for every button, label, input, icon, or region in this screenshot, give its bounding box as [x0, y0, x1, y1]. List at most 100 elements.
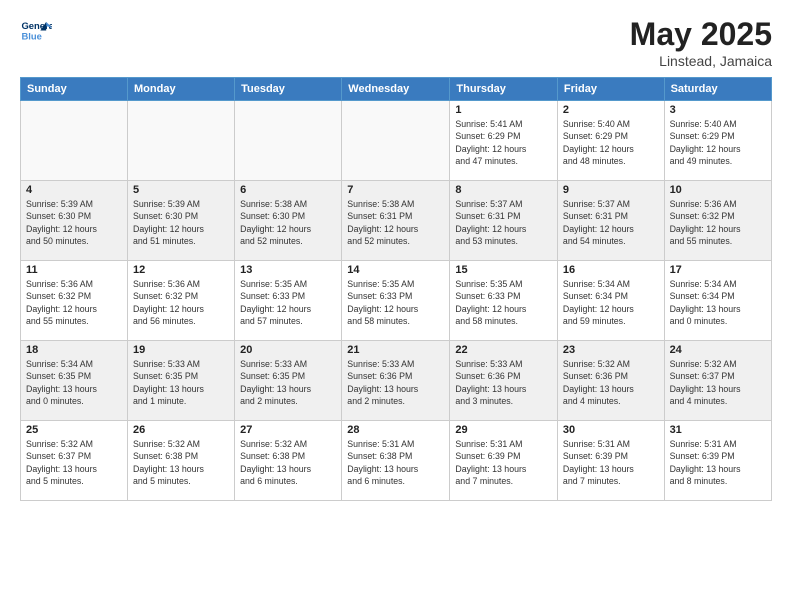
day-number: 17 — [670, 264, 766, 276]
table-row: 24 Sunrise: 5:32 AM Sunset: 6:37 PM Dayli… — [664, 341, 771, 421]
calendar-week-row: 11 Sunrise: 5:36 AM Sunset: 6:32 PM Dayli… — [21, 261, 772, 341]
day-info: Sunrise: 5:33 AM Sunset: 6:35 PM Dayligh… — [240, 358, 336, 407]
logo: General Blue — [20, 16, 52, 48]
day-info: Sunrise: 5:37 AM Sunset: 6:31 PM Dayligh… — [455, 198, 552, 247]
day-number: 20 — [240, 344, 336, 356]
table-row: 23 Sunrise: 5:32 AM Sunset: 6:36 PM Dayli… — [557, 341, 664, 421]
calendar-week-row: 18 Sunrise: 5:34 AM Sunset: 6:35 PM Dayli… — [21, 341, 772, 421]
table-row: 22Sunrise: 5:33 AM Sunset: 6:36 PM Dayli… — [450, 341, 558, 421]
table-row — [128, 101, 235, 181]
day-info: Sunrise: 5:32 AM Sunset: 6:37 PM Dayligh… — [26, 438, 122, 487]
day-number: 11 — [26, 264, 122, 276]
day-number: 19 — [133, 344, 229, 356]
table-row: 2 Sunrise: 5:40 AM Sunset: 6:29 PM Daylig… — [557, 101, 664, 181]
day-info: Sunrise: 5:38 AM Sunset: 6:31 PM Dayligh… — [347, 198, 444, 247]
day-info: Sunrise: 5:35 AM Sunset: 6:33 PM Dayligh… — [455, 278, 552, 327]
day-number: 25 — [26, 424, 122, 436]
table-row: 29 Sunrise: 5:31 AM Sunset: 6:39 PM Dayli… — [450, 421, 558, 501]
day-info: Sunrise: 5:31 AM Sunset: 6:39 PM Dayligh… — [670, 438, 766, 487]
day-info: Sunrise: 5:40 AM Sunset: 6:29 PM Dayligh… — [563, 118, 659, 167]
table-row: 14Sunrise: 5:35 AM Sunset: 6:33 PM Dayli… — [342, 261, 450, 341]
table-row: 10 Sunrise: 5:36 AM Sunset: 6:32 PM Dayli… — [664, 181, 771, 261]
day-number: 7 — [347, 184, 444, 196]
day-number: 27 — [240, 424, 336, 436]
table-row: 21Sunrise: 5:33 AM Sunset: 6:36 PM Dayli… — [342, 341, 450, 421]
day-info: Sunrise: 5:34 AM Sunset: 6:34 PM Dayligh… — [563, 278, 659, 327]
day-number: 29 — [455, 424, 552, 436]
day-number: 15 — [455, 264, 552, 276]
day-info: Sunrise: 5:36 AM Sunset: 6:32 PM Dayligh… — [133, 278, 229, 327]
day-info: Sunrise: 5:40 AM Sunset: 6:29 PM Dayligh… — [670, 118, 766, 167]
day-info: Sunrise: 5:36 AM Sunset: 6:32 PM Dayligh… — [670, 198, 766, 247]
table-row: 31Sunrise: 5:31 AM Sunset: 6:39 PM Dayli… — [664, 421, 771, 501]
table-row — [342, 101, 450, 181]
page: General Blue May 2025 Linstead, Jamaica … — [0, 0, 792, 612]
day-info: Sunrise: 5:41 AM Sunset: 6:29 PM Dayligh… — [455, 118, 552, 167]
title-block: May 2025 Linstead, Jamaica — [630, 16, 772, 69]
day-number: 22 — [455, 344, 552, 356]
table-row: 12 Sunrise: 5:36 AM Sunset: 6:32 PM Dayli… — [128, 261, 235, 341]
table-row — [235, 101, 342, 181]
table-row: 25 Sunrise: 5:32 AM Sunset: 6:37 PM Dayli… — [21, 421, 128, 501]
table-row: 8Sunrise: 5:37 AM Sunset: 6:31 PM Daylig… — [450, 181, 558, 261]
day-info: Sunrise: 5:39 AM Sunset: 6:30 PM Dayligh… — [133, 198, 229, 247]
day-info: Sunrise: 5:36 AM Sunset: 6:32 PM Dayligh… — [26, 278, 122, 327]
day-info: Sunrise: 5:37 AM Sunset: 6:31 PM Dayligh… — [563, 198, 659, 247]
day-number: 6 — [240, 184, 336, 196]
table-row: 4 Sunrise: 5:39 AM Sunset: 6:30 PM Daylig… — [21, 181, 128, 261]
calendar-week-row: 1 Sunrise: 5:41 AM Sunset: 6:29 PM Daylig… — [21, 101, 772, 181]
day-number: 13 — [240, 264, 336, 276]
table-row: 19 Sunrise: 5:33 AM Sunset: 6:35 PM Dayli… — [128, 341, 235, 421]
day-info: Sunrise: 5:35 AM Sunset: 6:33 PM Dayligh… — [347, 278, 444, 327]
day-info: Sunrise: 5:32 AM Sunset: 6:38 PM Dayligh… — [240, 438, 336, 487]
calendar-week-row: 25 Sunrise: 5:32 AM Sunset: 6:37 PM Dayli… — [21, 421, 772, 501]
table-row — [21, 101, 128, 181]
day-number: 26 — [133, 424, 229, 436]
table-row: 1 Sunrise: 5:41 AM Sunset: 6:29 PM Daylig… — [450, 101, 558, 181]
day-info: Sunrise: 5:34 AM Sunset: 6:35 PM Dayligh… — [26, 358, 122, 407]
table-row: 26Sunrise: 5:32 AM Sunset: 6:38 PM Dayli… — [128, 421, 235, 501]
day-number: 4 — [26, 184, 122, 196]
day-number: 18 — [26, 344, 122, 356]
table-row: 11 Sunrise: 5:36 AM Sunset: 6:32 PM Dayli… — [21, 261, 128, 341]
day-info: Sunrise: 5:35 AM Sunset: 6:33 PM Dayligh… — [240, 278, 336, 327]
day-number: 23 — [563, 344, 659, 356]
table-row: 17 Sunrise: 5:34 AM Sunset: 6:34 PM Dayli… — [664, 261, 771, 341]
day-number: 16 — [563, 264, 659, 276]
table-row: 20 Sunrise: 5:33 AM Sunset: 6:35 PM Dayli… — [235, 341, 342, 421]
day-info: Sunrise: 5:31 AM Sunset: 6:39 PM Dayligh… — [455, 438, 552, 487]
calendar-week-row: 4 Sunrise: 5:39 AM Sunset: 6:30 PM Daylig… — [21, 181, 772, 261]
day-number: 10 — [670, 184, 766, 196]
day-number: 5 — [133, 184, 229, 196]
day-number: 12 — [133, 264, 229, 276]
day-info: Sunrise: 5:31 AM Sunset: 6:39 PM Dayligh… — [563, 438, 659, 487]
day-info: Sunrise: 5:32 AM Sunset: 6:36 PM Dayligh… — [563, 358, 659, 407]
col-thursday: Thursday — [450, 78, 558, 101]
day-number: 21 — [347, 344, 444, 356]
col-tuesday: Tuesday — [235, 78, 342, 101]
header: General Blue May 2025 Linstead, Jamaica — [20, 16, 772, 69]
col-friday: Friday — [557, 78, 664, 101]
day-info: Sunrise: 5:33 AM Sunset: 6:35 PM Dayligh… — [133, 358, 229, 407]
day-info: Sunrise: 5:34 AM Sunset: 6:34 PM Dayligh… — [670, 278, 766, 327]
day-info: Sunrise: 5:32 AM Sunset: 6:37 PM Dayligh… — [670, 358, 766, 407]
col-saturday: Saturday — [664, 78, 771, 101]
day-info: Sunrise: 5:39 AM Sunset: 6:30 PM Dayligh… — [26, 198, 122, 247]
day-number: 9 — [563, 184, 659, 196]
table-row: 13 Sunrise: 5:35 AM Sunset: 6:33 PM Dayli… — [235, 261, 342, 341]
table-row: 3Sunrise: 5:40 AM Sunset: 6:29 PM Daylig… — [664, 101, 771, 181]
table-row: 16 Sunrise: 5:34 AM Sunset: 6:34 PM Dayli… — [557, 261, 664, 341]
calendar-table: Sunday Monday Tuesday Wednesday Thursday… — [20, 77, 772, 501]
table-row: 9 Sunrise: 5:37 AM Sunset: 6:31 PM Daylig… — [557, 181, 664, 261]
table-row: 27 Sunrise: 5:32 AM Sunset: 6:38 PM Dayli… — [235, 421, 342, 501]
day-number: 28 — [347, 424, 444, 436]
table-row: 7 Sunrise: 5:38 AM Sunset: 6:31 PM Daylig… — [342, 181, 450, 261]
day-number: 24 — [670, 344, 766, 356]
day-number: 1 — [455, 104, 552, 116]
table-row: 15 Sunrise: 5:35 AM Sunset: 6:33 PM Dayli… — [450, 261, 558, 341]
calendar-header-row: Sunday Monday Tuesday Wednesday Thursday… — [21, 78, 772, 101]
table-row: 5 Sunrise: 5:39 AM Sunset: 6:30 PM Daylig… — [128, 181, 235, 261]
svg-text:Blue: Blue — [21, 31, 41, 42]
table-row: 6Sunrise: 5:38 AM Sunset: 6:30 PM Daylig… — [235, 181, 342, 261]
day-number: 2 — [563, 104, 659, 116]
